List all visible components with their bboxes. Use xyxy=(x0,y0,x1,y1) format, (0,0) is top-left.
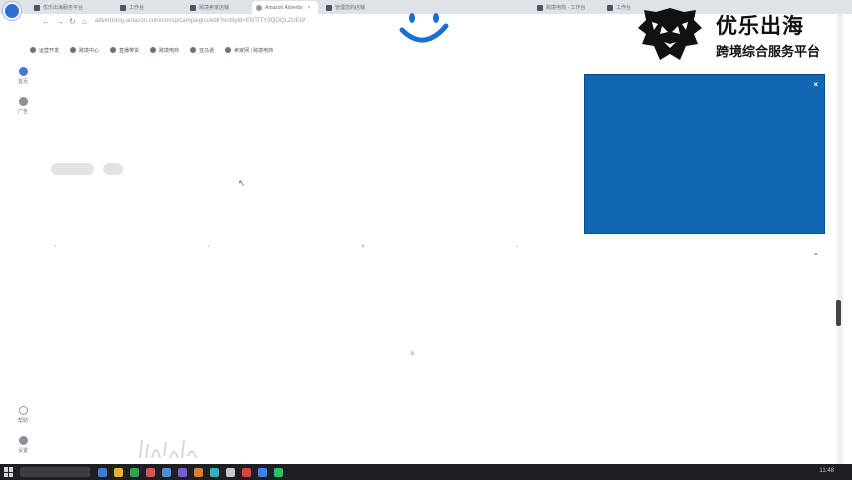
rail-label: 首页 xyxy=(17,79,28,85)
bookmark-icon xyxy=(190,47,197,53)
bookmark-label: 亚马逊 xyxy=(199,47,215,54)
settings-icon xyxy=(18,436,28,445)
bookmark-icon xyxy=(30,47,36,53)
taskbar-search-input[interactable] xyxy=(20,467,90,477)
tab-label: 优乐出海服务平台 xyxy=(43,5,84,11)
brand-title: 优乐出海 xyxy=(716,15,804,38)
bookmark-label: 卖家网 | 跨境电商 xyxy=(234,47,274,54)
tab-favicon-icon xyxy=(607,4,613,11)
bookmark-label: 运营开发 xyxy=(39,47,60,54)
app-icon[interactable] xyxy=(178,467,187,477)
folder-icon[interactable] xyxy=(114,467,123,477)
bookmark-item[interactable]: 亚马逊 xyxy=(190,47,214,54)
rail-item-settings[interactable]: 设置 xyxy=(14,436,32,454)
tab-label: 跨境卖家店铺 xyxy=(199,5,230,11)
browser-tab-active[interactable]: Amazon Advertis × xyxy=(252,1,318,14)
app-icon[interactable] xyxy=(162,467,171,477)
help-icon xyxy=(18,406,28,415)
rail-item-help[interactable]: 帮助 xyxy=(14,406,32,424)
browser-tab[interactable]: 管理您的店铺 xyxy=(322,1,382,14)
bookmark-label: 直播带货 xyxy=(119,47,140,54)
taskbar-pinned-apps xyxy=(98,467,283,477)
bookmark-item[interactable]: 直播带货 xyxy=(110,47,139,54)
bookmark-icon xyxy=(70,47,77,53)
windows-start-icon[interactable] xyxy=(4,467,14,477)
bookmark-icon xyxy=(225,47,232,53)
page-scrollbar-thumb[interactable] xyxy=(836,300,841,326)
bookmark-item[interactable]: 跨境电商 xyxy=(150,47,179,54)
close-icon[interactable]: × xyxy=(813,80,818,89)
screen: 优乐出海服务平台 工作台 跨境卖家店铺 Amazon Advertis × 管理… xyxy=(0,0,852,480)
rail-item-home[interactable]: 首页 xyxy=(14,67,32,85)
app-icon[interactable] xyxy=(226,467,235,477)
taskview-icon[interactable] xyxy=(98,467,107,477)
app-icon[interactable] xyxy=(274,467,283,477)
faint-handwriting-mark xyxy=(139,439,197,459)
bookmark-item[interactable]: 跨境中心 xyxy=(70,47,99,54)
address-bar[interactable]: advertising.amazon.com/cm/sp/campaigns/e… xyxy=(95,18,305,24)
tab-label: 跨境电商 · 工作台 xyxy=(546,5,586,11)
browser-tab[interactable]: 跨境卖家店铺 xyxy=(186,1,248,14)
bookmarks-bar: 运营开发 跨境中心 直播带货 跨境电商 亚马逊 卖家网 | 跨境电商 xyxy=(30,44,273,56)
lion-logo-icon xyxy=(638,8,702,60)
rail-label: 设置 xyxy=(17,448,28,454)
app-icon[interactable] xyxy=(146,467,155,477)
home-icon[interactable]: ⌂ xyxy=(82,17,87,26)
forward-arrow-icon[interactable]: → xyxy=(56,17,64,26)
rail-label: 帮助 xyxy=(17,418,28,424)
browser-tab[interactable]: 工作台 xyxy=(116,1,182,14)
home-icon xyxy=(18,67,28,76)
tab-label: 管理您的店铺 xyxy=(335,5,366,11)
column-chevron-icon[interactable]: ▸ xyxy=(362,243,365,249)
windows-taskbar: 11:48 xyxy=(0,464,852,480)
mouse-cursor-icon: ↖ xyxy=(238,178,246,188)
browser-icon[interactable] xyxy=(130,467,139,477)
tab-favicon-icon xyxy=(120,4,126,11)
browser-tab[interactable]: 工作台 xyxy=(603,1,633,14)
bookmark-label: 跨境电商 xyxy=(159,47,180,54)
browser-tab[interactable]: 优乐出海服务平台 xyxy=(30,1,102,14)
column-chevron-icon[interactable]: ⌄ xyxy=(207,243,211,249)
smiley-face-icon xyxy=(399,13,449,43)
tab-favicon-icon xyxy=(34,4,40,11)
brand-logo: 优乐出海 跨境综合服务平台 xyxy=(634,6,844,64)
bookmark-item[interactable]: 运营开发 xyxy=(30,47,59,54)
app-icon[interactable] xyxy=(258,467,267,477)
tab-favicon-icon xyxy=(326,4,332,11)
tab-loading-icon xyxy=(256,4,262,11)
tab-label: Amazon Advertis xyxy=(265,4,303,11)
tab-close-icon[interactable]: × xyxy=(308,5,311,11)
column-chevron-icon[interactable]: ⌄ xyxy=(515,243,519,249)
tab-favicon-icon xyxy=(190,4,196,11)
rail-label: 广告 xyxy=(17,109,28,115)
filter-pill[interactable] xyxy=(103,163,123,175)
app-icon[interactable] xyxy=(210,467,219,477)
browser-tab[interactable]: 跨境电商 · 工作台 xyxy=(533,1,599,14)
column-chevron-icon[interactable]: ⌄ xyxy=(53,243,57,249)
bookmark-icon xyxy=(150,47,157,53)
back-arrow-icon[interactable]: ← xyxy=(42,17,50,26)
chevron-down-icon[interactable]: ⌄ xyxy=(813,249,819,257)
reload-icon[interactable]: ↻ xyxy=(69,17,76,26)
page-scrollbar-track[interactable] xyxy=(837,14,843,464)
filter-pill[interactable] xyxy=(51,163,94,175)
system-tray-clock[interactable]: 11:48 xyxy=(819,468,834,474)
blue-popup-panel: × xyxy=(584,74,825,234)
bookmark-item[interactable]: 卖家网 | 跨境电商 xyxy=(225,47,273,54)
bookmark-label: 跨境中心 xyxy=(79,47,100,54)
bookmark-icon xyxy=(110,47,117,53)
brand-subtitle: 跨境综合服务平台 xyxy=(716,44,821,59)
tab-label: 工作台 xyxy=(616,5,632,11)
ads-icon xyxy=(18,97,28,106)
app-icon[interactable] xyxy=(242,467,251,477)
tab-label: 工作台 xyxy=(129,5,145,11)
tab-favicon-icon xyxy=(537,4,543,11)
rail-item-ads[interactable]: 广告 xyxy=(14,97,32,115)
app-icon[interactable] xyxy=(194,467,203,477)
loading-spinner-icon: ✳ xyxy=(409,349,416,358)
browser-profile-avatar[interactable] xyxy=(3,2,21,20)
